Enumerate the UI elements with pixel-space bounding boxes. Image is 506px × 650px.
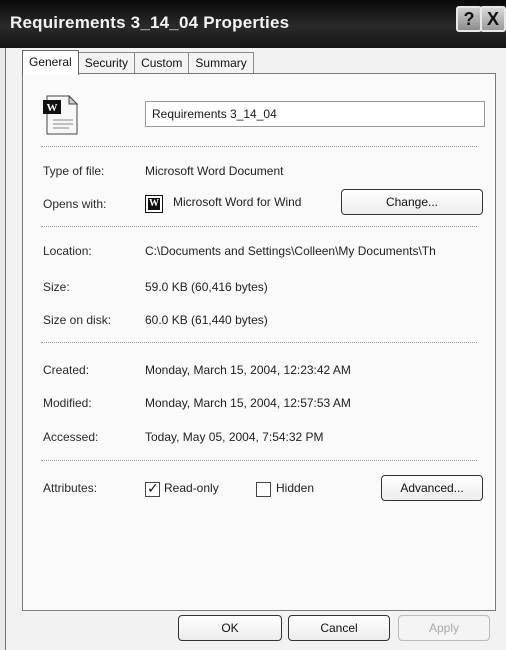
location-value: C:\Documents and Settings\Colleen\My Doc…	[145, 244, 436, 258]
file-name-field[interactable]: Requirements 3_14_04	[145, 101, 485, 127]
size-label: Size:	[43, 280, 70, 294]
location-label: Location:	[43, 244, 92, 258]
close-icon[interactable]: X	[480, 6, 506, 32]
svg-text:W: W	[47, 102, 58, 114]
hidden-label[interactable]: Hidden	[276, 481, 314, 495]
read-only-checkbox[interactable]: ✓	[145, 480, 160, 497]
size-value: 59.0 KB (60,416 bytes)	[145, 280, 268, 294]
read-only-label[interactable]: Read-only	[164, 481, 219, 495]
created-label: Created:	[43, 363, 90, 377]
cancel-button[interactable]: Cancel	[288, 615, 390, 641]
modified-label: Modified:	[43, 396, 92, 410]
opens-with-label: Opens with:	[43, 197, 107, 211]
tab-summary[interactable]: Summary	[188, 52, 254, 74]
advanced-button[interactable]: Advanced...	[381, 475, 483, 501]
divider	[41, 460, 477, 461]
modified-value: Monday, March 15, 2004, 12:57:53 AM	[145, 396, 351, 410]
divider	[41, 146, 477, 147]
apply-button[interactable]: Apply	[398, 615, 490, 641]
divider	[41, 342, 477, 343]
type-of-file-value: Microsoft Word Document	[145, 164, 284, 178]
tab-strip: General Security Custom Summary	[22, 50, 254, 75]
hidden-checkbox[interactable]	[256, 482, 271, 497]
word-app-icon: W	[145, 195, 163, 213]
accessed-value: Today, May 05, 2004, 7:54:32 PM	[145, 430, 324, 444]
created-value: Monday, March 15, 2004, 12:23:42 AM	[145, 363, 351, 377]
file-name-value: Requirements 3_14_04	[152, 107, 277, 121]
opens-with-value: Microsoft Word for Wind	[173, 195, 302, 209]
window-title: Requirements 3_14_04 Properties	[10, 13, 290, 32]
accessed-label: Accessed:	[43, 430, 99, 444]
divider	[41, 226, 477, 227]
tab-general[interactable]: General	[22, 50, 79, 75]
size-on-disk-value: 60.0 KB (61,440 bytes)	[145, 313, 268, 327]
tab-custom[interactable]: Custom	[134, 52, 190, 74]
attributes-label: Attributes:	[43, 481, 98, 495]
word-app-glyph: W	[148, 198, 160, 210]
ok-button[interactable]: OK	[178, 615, 282, 641]
change-button[interactable]: Change...	[341, 189, 483, 215]
type-of-file-label: Type of file:	[43, 164, 105, 178]
help-icon[interactable]: ?	[456, 6, 482, 32]
word-document-icon: W	[43, 94, 79, 135]
title-bar[interactable]: Requirements 3_14_04 Properties ? X	[0, 0, 506, 48]
size-on-disk-label: Size on disk:	[43, 313, 112, 327]
general-panel: W Requirements 3_14_04 Type of file: Mic…	[22, 73, 496, 611]
check-icon: ✓	[147, 480, 159, 496]
window-left-edge	[0, 48, 6, 650]
tab-security[interactable]: Security	[77, 52, 136, 74]
